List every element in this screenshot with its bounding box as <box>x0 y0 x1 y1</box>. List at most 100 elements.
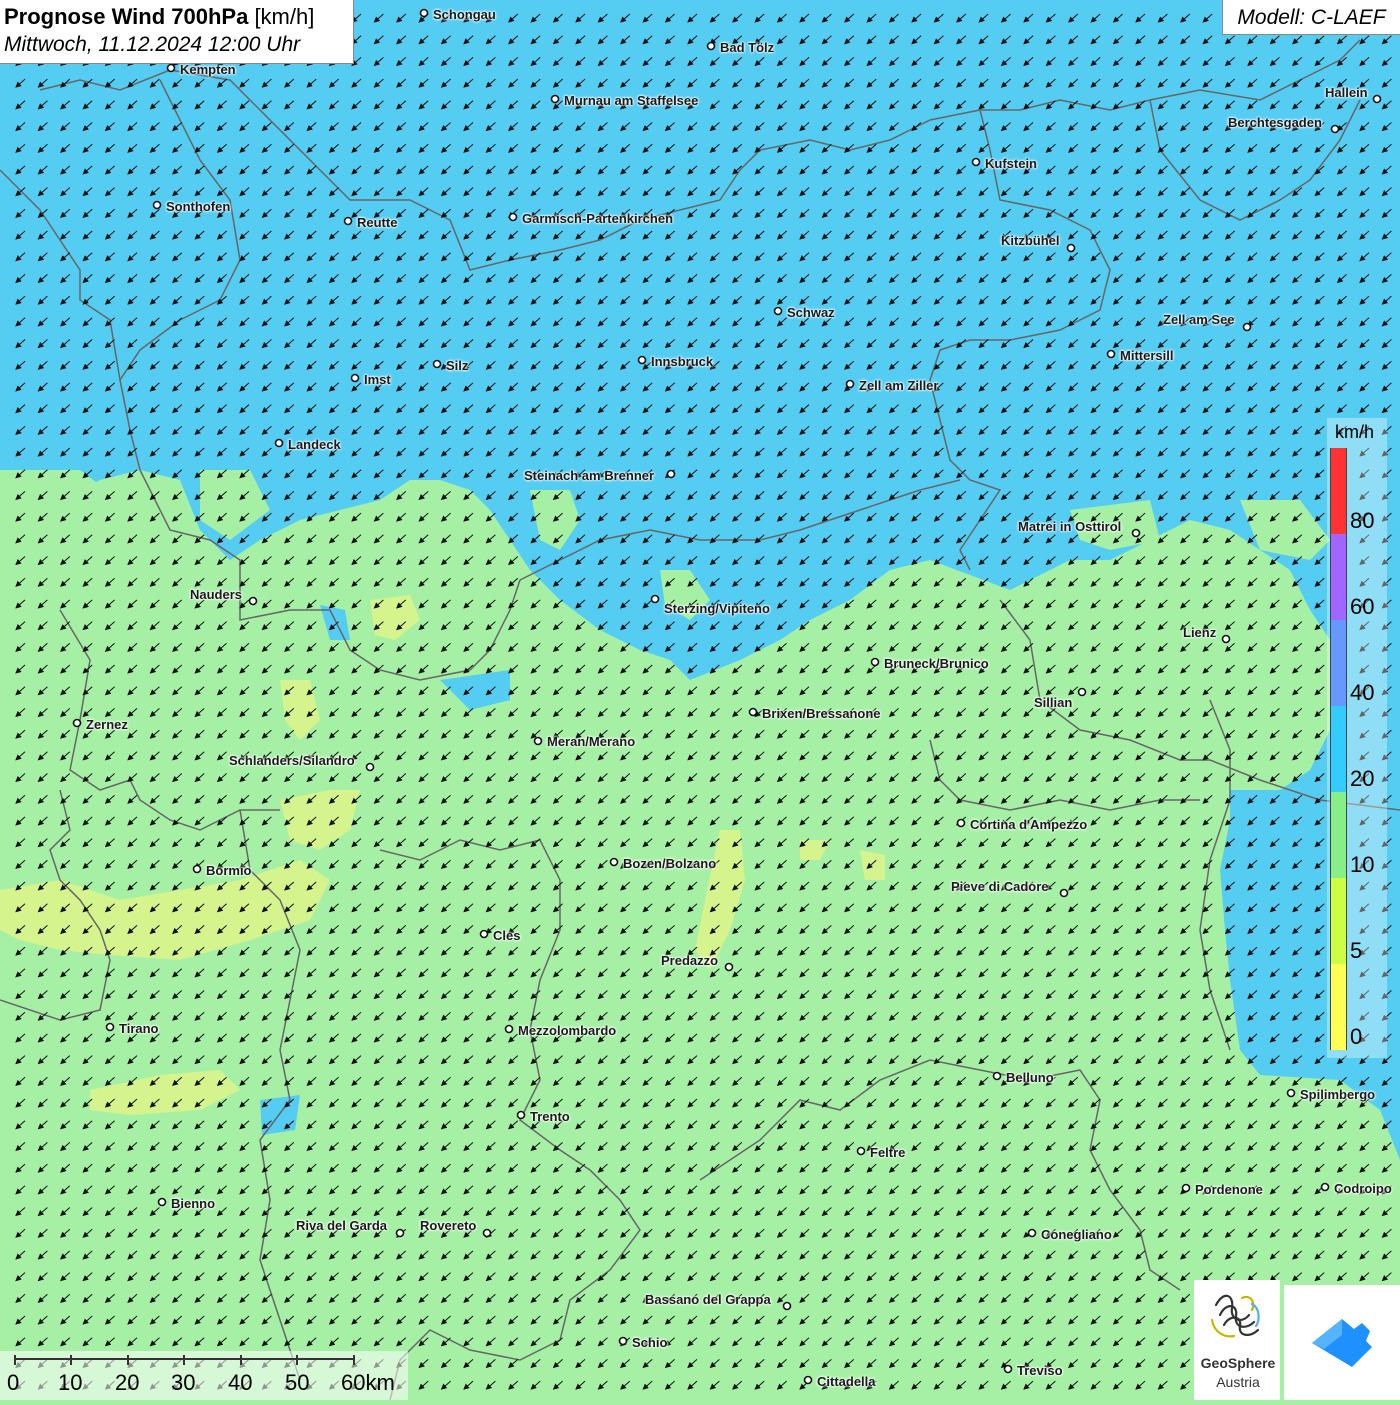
city-label: Predazzo <box>661 953 719 968</box>
city-marker <box>350 373 360 383</box>
city-label: Zell am See <box>1163 312 1235 327</box>
city-marker <box>956 818 966 828</box>
legend-tick-label: 60 <box>1350 594 1375 619</box>
city-marker <box>782 1301 792 1311</box>
model-label: Modell: C-LAEF <box>1222 0 1400 35</box>
city-label: Bad Tölz <box>720 40 775 55</box>
city-label: Treviso <box>1017 1363 1063 1378</box>
city-label: Reutte <box>357 215 398 230</box>
city-label: Kempten <box>180 62 236 77</box>
city-marker <box>343 216 353 226</box>
city-label: Imst <box>364 372 391 387</box>
city-marker <box>482 1228 492 1238</box>
city-marker <box>516 1110 526 1120</box>
city-marker <box>666 469 676 479</box>
city-label: Codroipo <box>1334 1181 1392 1196</box>
city-marker <box>609 857 619 867</box>
city-label: Belluno <box>1006 1070 1054 1085</box>
city-label: Schongau <box>433 7 496 22</box>
city-label: Rovereto <box>420 1218 477 1233</box>
city-marker <box>166 63 176 73</box>
legend-tick-label: 20 <box>1350 766 1375 791</box>
city-label: Matrei in Osttirol <box>1018 519 1122 534</box>
city-marker <box>1027 1228 1037 1238</box>
geosphere-subtitle: Austria <box>1216 1374 1260 1390</box>
city-label: Innsbruck <box>651 354 714 369</box>
city-label: Bormio <box>206 863 252 878</box>
city-label: Garmisch-Partenkirchen <box>522 211 674 226</box>
legend-unit: km/h <box>1335 422 1375 442</box>
city-marker <box>152 200 162 210</box>
city-marker <box>504 1024 514 1034</box>
city-marker <box>1106 349 1116 359</box>
city-label: Schio <box>632 1335 668 1350</box>
scale-label: 60km <box>341 1370 395 1395</box>
legend-tick-label: 5 <box>1350 938 1363 963</box>
city-label: Sonthofen <box>166 199 231 214</box>
city-label: Bruneck/Brunico <box>884 656 989 671</box>
city-label: Schlanders/Silandro <box>229 753 355 768</box>
city-marker <box>1066 243 1076 253</box>
geosphere-emblem-icon <box>1210 1294 1260 1338</box>
city-marker <box>1286 1088 1296 1098</box>
city-label: Feltre <box>870 1145 906 1160</box>
city-label: Kitzbühel <box>1001 233 1060 248</box>
city-marker <box>618 1336 628 1346</box>
city-marker <box>773 306 783 316</box>
city-marker <box>365 762 375 772</box>
city-label: Brixen/Bressanone <box>762 706 881 721</box>
city-label: Silz <box>446 358 469 373</box>
city-label: Hallein <box>1325 85 1368 100</box>
legend-color-step <box>1330 878 1347 964</box>
city-marker <box>533 736 543 746</box>
city-label: Bienno <box>171 1196 216 1211</box>
app-logo[interactable] <box>1284 1285 1400 1400</box>
legend-tick-label: 80 <box>1350 508 1375 533</box>
legend-tick-label: 10 <box>1350 852 1375 877</box>
scale-label: 0 <box>7 1370 20 1395</box>
city-label: Pordenone <box>1195 1182 1263 1197</box>
map-title: Prognose Wind 700hPa [km/h] <box>4 4 315 29</box>
city-label: Landeck <box>288 437 341 452</box>
legend-tick-label: 40 <box>1350 680 1375 705</box>
city-label: Cles <box>493 928 521 943</box>
scale-label: 30 <box>171 1370 196 1395</box>
city-marker <box>395 1228 405 1238</box>
city-marker <box>992 1071 1002 1081</box>
city-label: Cittadella <box>817 1374 876 1389</box>
city-marker <box>479 929 489 939</box>
city-marker <box>72 718 82 728</box>
city-label: Nauders <box>190 587 243 602</box>
city-marker <box>550 94 560 104</box>
city-label: Berchtesgaden <box>1228 115 1322 130</box>
city-label: Bozen/Bolzano <box>623 856 717 871</box>
city-marker <box>157 1197 167 1207</box>
scale-label: 20 <box>115 1370 140 1395</box>
city-marker <box>274 438 284 448</box>
city-marker <box>1131 528 1141 538</box>
city-marker <box>706 41 716 51</box>
scale-label: 10 <box>58 1370 83 1395</box>
city-label: Bassano del Grappa <box>645 1292 771 1307</box>
city-label: Sterzing/Vipiteno <box>664 601 770 616</box>
city-label: Meran/Merano <box>547 734 636 749</box>
city-label: Zell am Ziller <box>859 378 939 393</box>
city-marker <box>105 1022 115 1032</box>
city-label: Lienz <box>1183 625 1217 640</box>
city-label: Mezzolombardo <box>518 1023 617 1038</box>
city-label: Riva del Garda <box>296 1218 388 1233</box>
city-marker <box>637 355 647 365</box>
scale-label: 50 <box>285 1370 310 1395</box>
city-marker <box>432 359 442 369</box>
city-marker <box>1372 94 1382 104</box>
city-label: Spilimbergo <box>1300 1087 1376 1102</box>
city-label: Kufstein <box>985 156 1037 171</box>
forecast-datetime: Mittwoch, 11.12.2024 12:00 Uhr <box>4 33 301 56</box>
city-label: Murnau am Staffelsee <box>564 93 699 108</box>
city-marker <box>1320 1182 1330 1192</box>
city-label: Steinach am Brenner <box>524 468 655 483</box>
city-marker <box>971 157 981 167</box>
city-label: Trento <box>530 1109 570 1124</box>
city-marker <box>748 707 758 717</box>
city-label: Sillian <box>1034 695 1073 710</box>
